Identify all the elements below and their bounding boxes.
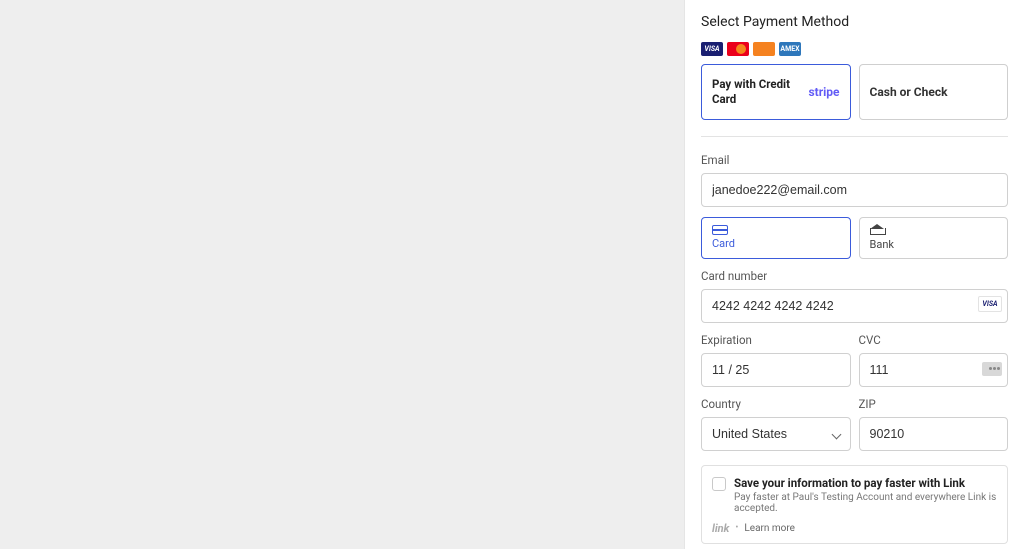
- email-label: Email: [701, 153, 1008, 167]
- tab-bank[interactable]: Bank: [859, 217, 1009, 259]
- bank-icon: [870, 224, 884, 236]
- expiration-field[interactable]: [701, 353, 851, 387]
- dot-separator: •: [735, 523, 738, 533]
- zip-field[interactable]: [859, 417, 1009, 451]
- amex-icon: AMEX: [779, 42, 801, 56]
- card-icon: [712, 225, 728, 235]
- card-number-label: Card number: [701, 269, 1008, 283]
- stripe-icon: stripe: [808, 85, 839, 99]
- tab-card[interactable]: Card: [701, 217, 851, 259]
- link-save-box: Save your information to pay faster with…: [701, 465, 1008, 544]
- tab-bank-label: Bank: [870, 238, 895, 251]
- link-save-subtitle: Pay faster at Paul's Testing Account and…: [734, 492, 997, 514]
- blank-canvas: [0, 0, 684, 549]
- visa-icon: VISA: [701, 42, 723, 56]
- discover-icon: [753, 42, 775, 56]
- link-save-checkbox[interactable]: [712, 477, 726, 491]
- mastercard-icon: [727, 42, 749, 56]
- accepted-card-logos: VISA AMEX: [701, 42, 1008, 56]
- pay-credit-card-option[interactable]: Pay with Credit Card stripe: [701, 64, 851, 120]
- link-learn-more[interactable]: Learn more: [744, 523, 795, 534]
- pay-cash-check-label: Cash or Check: [870, 85, 948, 99]
- zip-label: ZIP: [859, 397, 1009, 411]
- pay-cash-check-option[interactable]: Cash or Check: [859, 64, 1009, 120]
- card-brand-icon: VISA: [978, 296, 1002, 312]
- section-title: Select Payment Method: [701, 14, 1008, 30]
- link-brand-icon: link: [712, 522, 729, 535]
- cvc-icon: [982, 362, 1002, 376]
- link-save-title: Save your information to pay faster with…: [734, 476, 997, 490]
- divider: [701, 136, 1008, 137]
- cvc-label: CVC: [859, 333, 1009, 347]
- country-select[interactable]: [701, 417, 851, 451]
- payment-panel: Select Payment Method VISA AMEX Pay with…: [684, 0, 1024, 549]
- country-label: Country: [701, 397, 851, 411]
- pay-credit-card-label: Pay with Credit Card: [712, 77, 798, 107]
- tab-card-label: Card: [712, 237, 735, 250]
- card-number-field[interactable]: [701, 289, 1008, 323]
- expiration-label: Expiration: [701, 333, 851, 347]
- email-field[interactable]: [701, 173, 1008, 207]
